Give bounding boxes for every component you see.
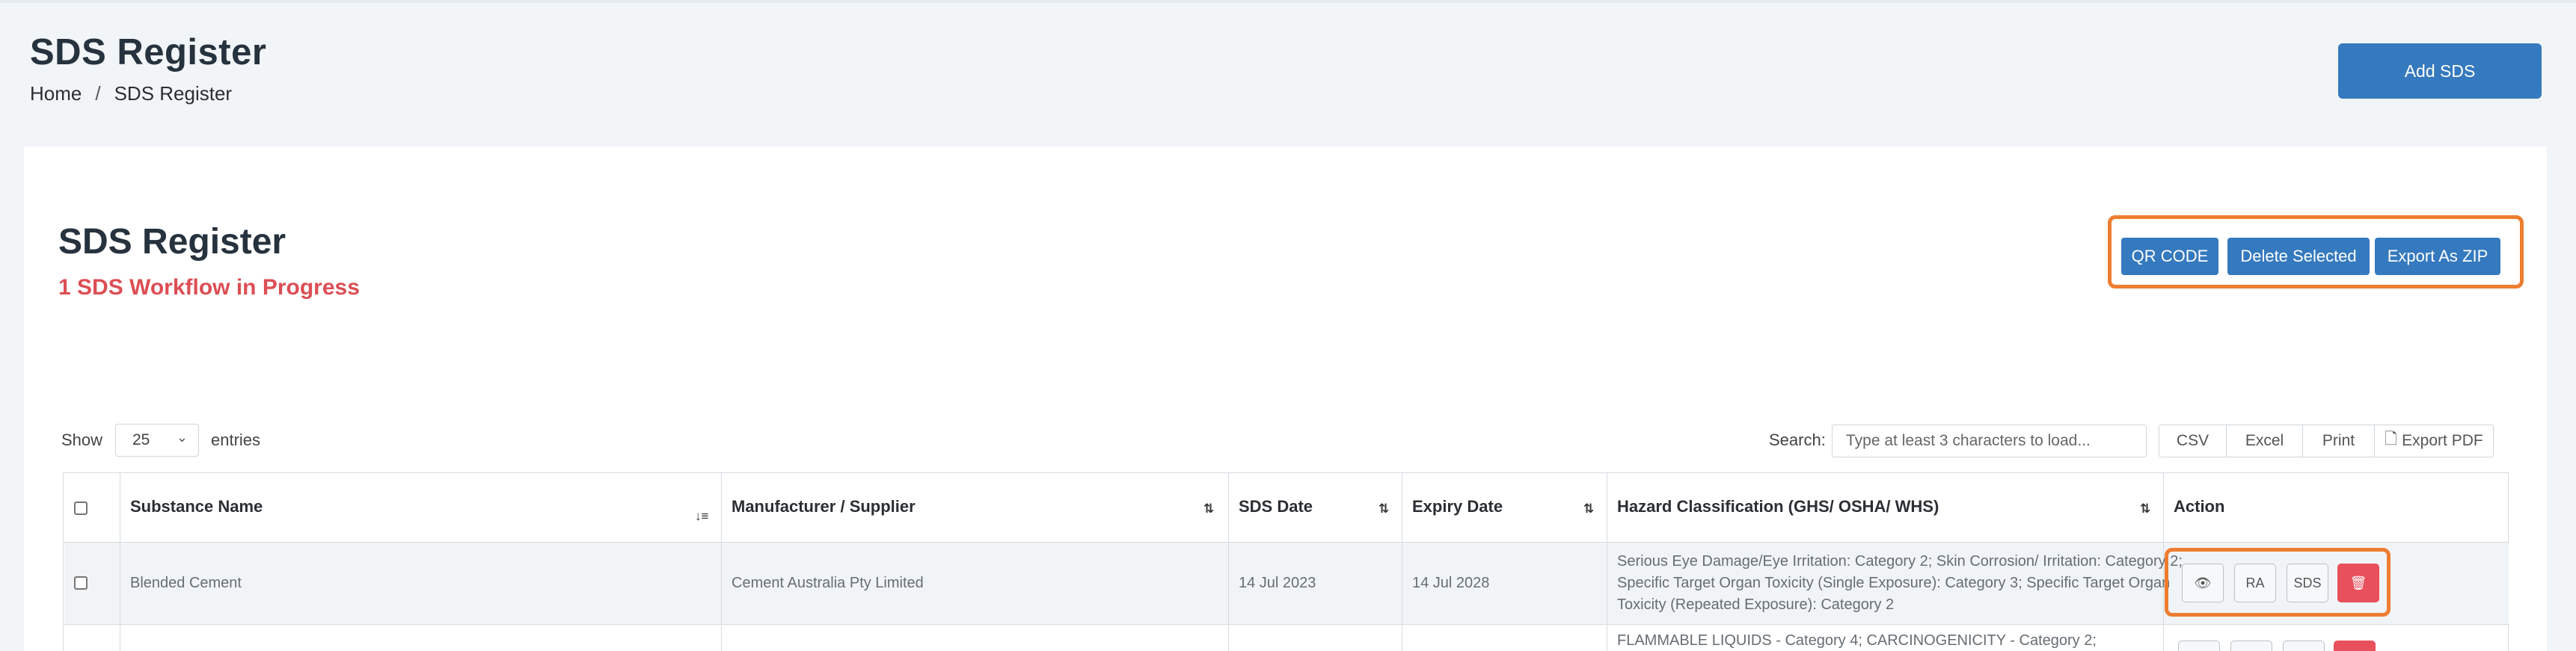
print-button[interactable]: Print	[2303, 425, 2375, 457]
column-divider	[1228, 473, 1229, 651]
export-pdf-button[interactable]: 🗋 Export PDF	[2375, 425, 2493, 457]
entries-label: entries	[211, 431, 261, 449]
search-label: Search:	[1769, 431, 1826, 449]
sds-date-cell: 14 Jul 2023	[1239, 575, 1316, 591]
trash-icon[interactable]: 🗑	[2337, 564, 2379, 602]
bulk-action-group: QR CODE Delete Selected Export As ZIP	[2108, 215, 2524, 289]
sds-date-header[interactable]: SDS Date	[1239, 497, 1313, 516]
sds-button[interactable]: SDS	[2287, 564, 2328, 602]
sort-asc-icon[interactable]: ↓≡	[695, 509, 708, 524]
ra-button[interactable]: RA	[2234, 564, 2276, 602]
entries-value: 25	[132, 431, 150, 448]
chevron-down-icon: ⌄	[176, 430, 188, 445]
pdf-file-icon: 🗋	[2385, 430, 2398, 448]
sort-icon[interactable]: ⇅	[1379, 502, 1389, 516]
expiry-date-header[interactable]: Expiry Date	[1412, 497, 1503, 516]
sds-table: Substance Name ↓≡ Manufacturer / Supplie…	[63, 472, 2509, 651]
sort-icon[interactable]: ⇅	[1583, 502, 1594, 516]
row-divider	[64, 624, 2509, 625]
hazard-header[interactable]: Hazard Classification (GHS/ OSHA/ WHS)	[1617, 497, 1939, 516]
breadcrumb-separator: /	[95, 82, 101, 105]
entries-select[interactable]: 25 ⌄	[115, 424, 199, 457]
column-divider	[721, 473, 722, 651]
manufacturer-cell: Cement Australia Pty Limited	[732, 575, 924, 591]
view-button[interactable]	[2178, 641, 2220, 651]
manufacturer-header[interactable]: Manufacturer / Supplier	[732, 497, 916, 516]
export-buttons: CSV Excel Print 🗋 Export PDF	[2159, 425, 2494, 457]
workflow-status-link[interactable]: 1 SDS Workflow in Progress	[58, 275, 360, 300]
hazard-cell: Serious Eye Damage/Eye Irritation: Categ…	[1617, 553, 2183, 613]
show-label: Show	[61, 431, 103, 449]
card-title: SDS Register	[58, 222, 286, 262]
hazard-cell: FLAMMABLE LIQUIDS - Category 4; CARCINOG…	[1617, 632, 2097, 649]
export-zip-button[interactable]: Export As ZIP	[2375, 238, 2500, 275]
page-title: SDS Register	[30, 32, 267, 72]
row-checkbox[interactable]	[74, 576, 88, 590]
expiry-date-cell: 14 Jul 2028	[1412, 575, 1490, 591]
top-border	[0, 0, 2576, 3]
export-pdf-label: Export PDF	[2402, 432, 2483, 449]
delete-selected-button[interactable]: Delete Selected	[2227, 238, 2370, 275]
sds-button[interactable]	[2283, 641, 2325, 651]
excel-button[interactable]: Excel	[2227, 425, 2303, 457]
add-sds-button[interactable]: Add SDS	[2338, 43, 2542, 99]
breadcrumb-home-link[interactable]: Home	[30, 82, 82, 105]
header-divider	[64, 542, 2509, 543]
sort-icon[interactable]: ⇅	[2140, 502, 2150, 516]
breadcrumb-current: SDS Register	[114, 82, 233, 105]
action-header: Action	[2174, 497, 2225, 516]
csv-button[interactable]: CSV	[2159, 425, 2227, 457]
qr-code-button[interactable]: QR CODE	[2121, 238, 2218, 275]
ra-button[interactable]	[2230, 641, 2272, 651]
search-input[interactable]: Type at least 3 characters to load...	[1832, 425, 2147, 457]
substance-name-cell: Blended Cement	[130, 575, 242, 591]
eye-icon[interactable]: 👁	[2182, 564, 2224, 602]
substance-name-header[interactable]: Substance Name	[130, 497, 263, 516]
select-all-checkbox[interactable]	[74, 502, 88, 515]
sort-icon[interactable]: ⇅	[1203, 502, 1214, 516]
breadcrumb: Home / SDS Register	[30, 82, 232, 105]
delete-button[interactable]	[2334, 641, 2376, 651]
row-action-group: 👁 RA SDS 🗑	[2165, 548, 2391, 617]
